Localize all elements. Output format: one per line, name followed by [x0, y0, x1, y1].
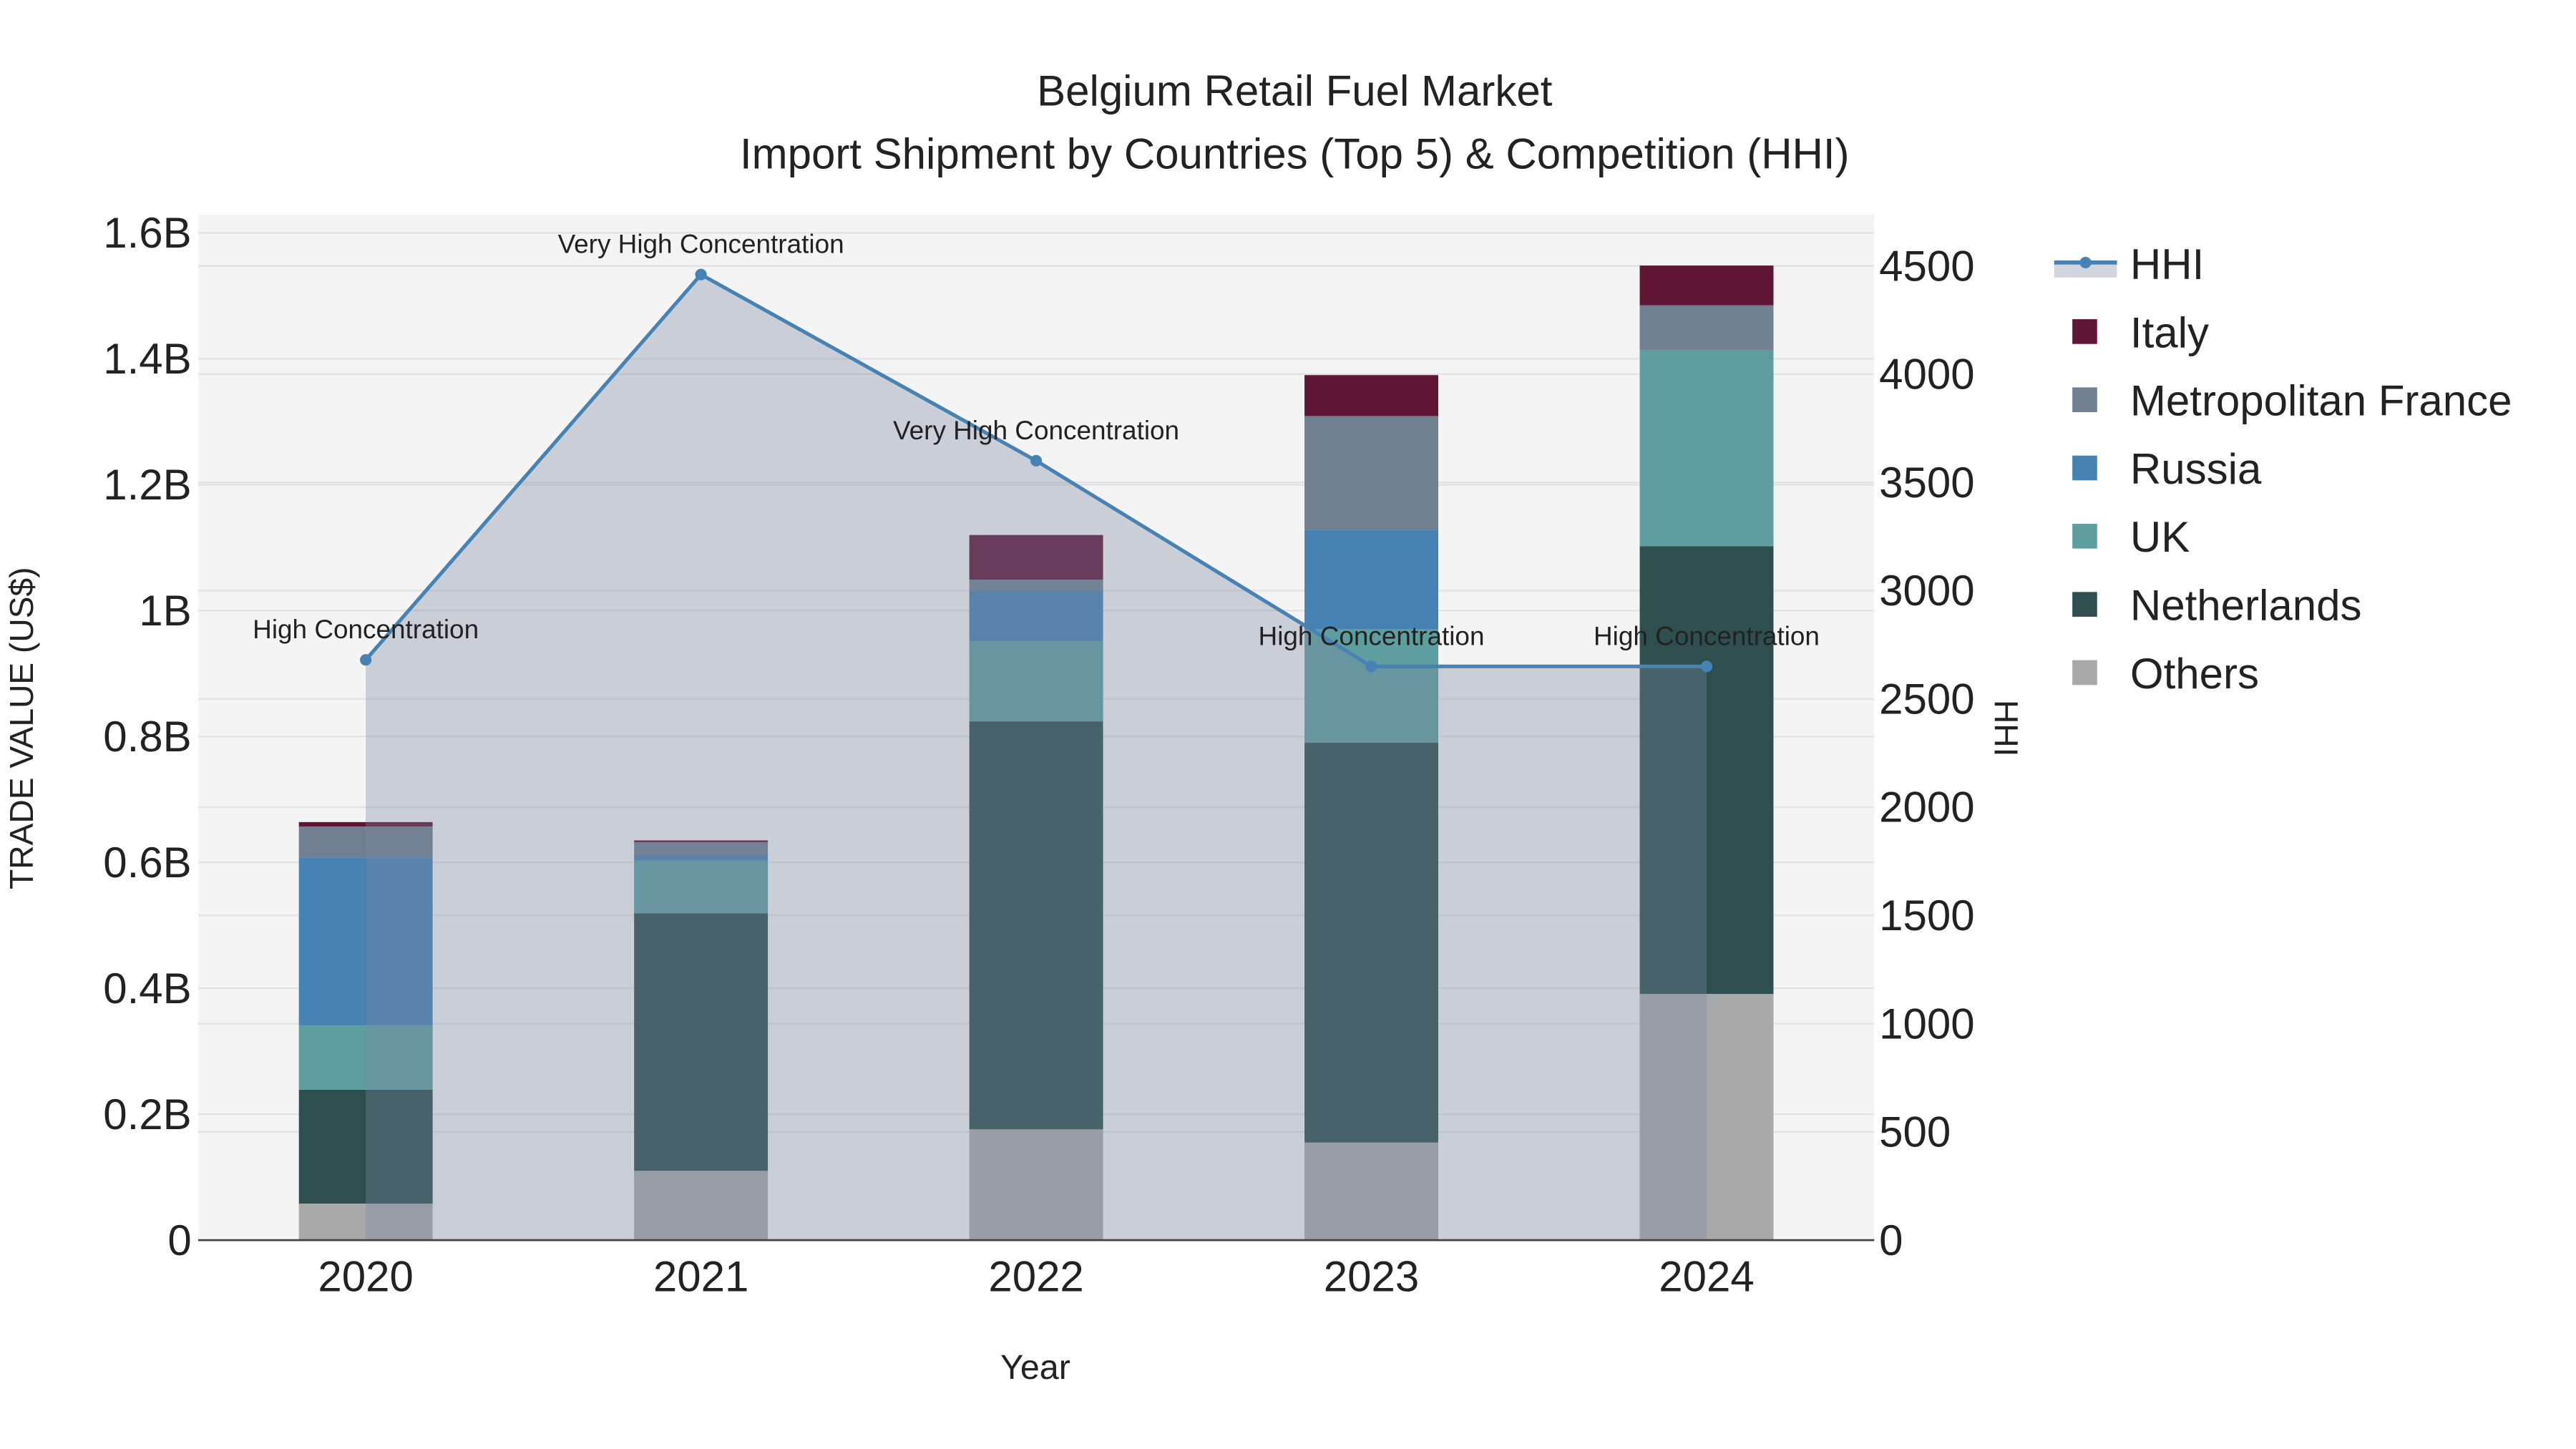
legend-item-hhi: HHI	[2054, 240, 2204, 288]
bar-russia	[1304, 530, 1438, 630]
legend-swatch	[2072, 660, 2097, 686]
y2-tick-label: 3500	[1879, 459, 1974, 507]
y-tick-label: 0.4B	[103, 965, 191, 1013]
hhi-point	[695, 268, 707, 280]
legend-label: HHI	[2130, 240, 2204, 288]
chart: High Concentration Very High Concentratio…	[3, 67, 2512, 1387]
legend-label: Metropolitan France	[2130, 377, 2512, 425]
hhi-annotation: Very High Concentration	[558, 230, 844, 259]
x-tick-label: 2023	[1324, 1253, 1419, 1301]
legend: HHI Italy Metropolitan France Russia UK Nethe…	[2054, 240, 2512, 698]
y2-axis-ticks: 0 500 1000 1500 2000 2500 3000 3500 4000 4500	[1879, 242, 1974, 1264]
x-tick-label: 2020	[318, 1253, 413, 1301]
x-axis-label: Year	[1000, 1348, 1070, 1387]
legend-marker-hhi	[2079, 256, 2092, 268]
y-axis-label: TRADE VALUE (US$)	[3, 567, 40, 889]
y2-tick-label: 0	[1879, 1216, 1903, 1264]
x-axis-ticks: 2020 2021 2022 2023 2024	[318, 1253, 1754, 1301]
y2-tick-label: 4000	[1879, 351, 1974, 399]
y-tick-label: 1.6B	[103, 209, 191, 257]
hhi-annotation: High Concentration	[1259, 621, 1485, 650]
x-tick-label: 2024	[1659, 1253, 1754, 1301]
legend-label: UK	[2130, 513, 2190, 561]
y2-tick-label: 2000	[1879, 784, 1974, 831]
y2-tick-label: 1000	[1879, 1000, 1974, 1048]
hhi-point	[1700, 660, 1713, 673]
y-tick-label: 0.6B	[103, 839, 191, 887]
y-tick-label: 0.2B	[103, 1091, 191, 1138]
y2-tick-label: 1500	[1879, 892, 1974, 940]
bar-metropolitan-france	[1304, 416, 1438, 530]
chart-subtitle: Import Shipment by Countries (Top 5) & C…	[740, 130, 1850, 177]
bar-uk	[1639, 350, 1774, 547]
hhi-point	[1365, 660, 1377, 673]
legend-label: Italy	[2130, 308, 2209, 356]
legend-label: Netherlands	[2130, 582, 2362, 630]
y-tick-label: 1B	[139, 587, 191, 635]
y-tick-label: 0	[167, 1216, 191, 1264]
y2-tick-label: 2500	[1879, 675, 1974, 723]
hhi-point	[360, 654, 372, 666]
y2-tick-label: 500	[1879, 1108, 1951, 1156]
x-tick-label: 2022	[988, 1253, 1083, 1301]
legend-label: Russia	[2130, 445, 2262, 493]
y2-axis-label: HHI	[1988, 700, 2025, 756]
legend-item-others: Others	[2072, 650, 2259, 698]
legend-swatch	[2072, 387, 2097, 412]
legend-item-metropolitan-france: Metropolitan France	[2072, 377, 2512, 425]
y2-tick-label: 3000	[1879, 567, 1974, 615]
bar-italy	[1639, 265, 1774, 306]
y2-tick-label: 4500	[1879, 242, 1974, 290]
legend-item-italy: Italy	[2072, 308, 2209, 356]
hhi-point	[1030, 454, 1043, 467]
legend-swatch	[2072, 455, 2097, 481]
legend-item-netherlands: Netherlands	[2072, 582, 2361, 630]
bar-italy	[1304, 375, 1438, 416]
legend-swatch	[2072, 319, 2097, 344]
hhi-annotation: Very High Concentration	[893, 416, 1179, 445]
legend-swatch	[2072, 524, 2097, 549]
hhi-annotation: High Concentration	[1594, 621, 1820, 650]
legend-label: Others	[2130, 650, 2259, 698]
hhi-annotation: High Concentration	[253, 615, 479, 644]
y-tick-label: 1.4B	[103, 335, 191, 383]
bar-metropolitan-france	[1639, 305, 1774, 351]
y-tick-label: 1.2B	[103, 461, 191, 509]
legend-item-uk: UK	[2072, 513, 2190, 561]
legend-swatch	[2072, 592, 2097, 617]
chart-title: Belgium Retail Fuel Market	[1037, 67, 1553, 115]
legend-item-russia: Russia	[2072, 445, 2262, 493]
y-axis-ticks: 0 0.2B 0.4B 0.6B 0.8B 1B 1.2B 1.4B 1.6B	[103, 209, 191, 1264]
x-tick-label: 2021	[653, 1253, 748, 1301]
y-tick-label: 0.8B	[103, 713, 191, 761]
